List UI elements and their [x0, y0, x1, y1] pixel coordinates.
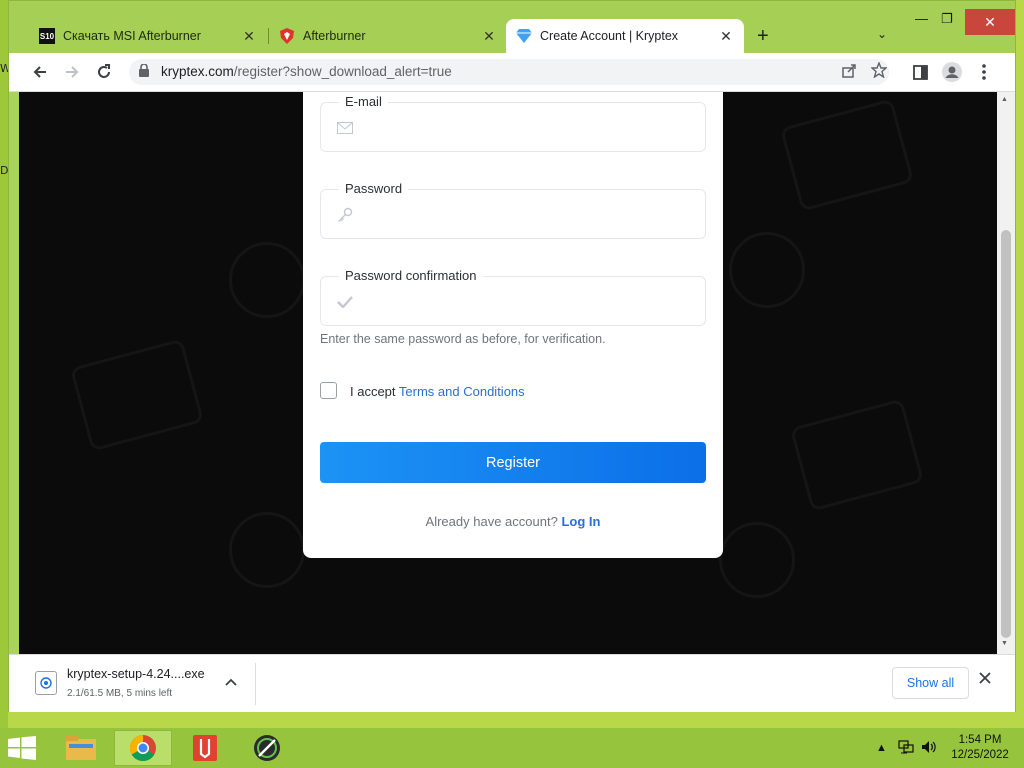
- maximize-button[interactable]: ❐: [941, 11, 953, 27]
- email-input[interactable]: [365, 115, 689, 141]
- taskbar-file-explorer[interactable]: [52, 730, 110, 766]
- email-field[interactable]: E-mail: [320, 94, 706, 152]
- tab-close-icon[interactable]: ✕: [481, 28, 497, 45]
- taskbar-chrome[interactable]: [114, 730, 172, 766]
- windows-taskbar: ▲ 1:54 PM 12/25/2022: [0, 728, 1024, 768]
- share-icon[interactable]: [841, 63, 857, 84]
- chevron-up-icon[interactable]: [225, 675, 237, 689]
- address-bar[interactable]: kryptex.com/register?show_download_alert…: [129, 59, 889, 85]
- accept-prefix: I accept: [350, 384, 396, 399]
- network-icon[interactable]: [898, 739, 914, 758]
- tab-label: Create Account | Kryptex: [540, 29, 679, 43]
- show-all-downloads-button[interactable]: Show all: [892, 667, 969, 699]
- taskbar-afterburner-app[interactable]: [238, 730, 296, 766]
- tab-label: Скачать MSI Afterburner: [63, 29, 201, 43]
- tab-close-icon[interactable]: ✕: [718, 28, 734, 45]
- volume-icon[interactable]: [920, 739, 936, 758]
- envelope-icon: [335, 118, 355, 138]
- background-pattern: [229, 512, 305, 588]
- password-input[interactable]: [365, 202, 689, 228]
- tab-label: Afterburner: [303, 29, 366, 43]
- terms-and-conditions-link[interactable]: Terms and Conditions: [399, 384, 525, 399]
- arrow-right-icon: [66, 66, 79, 78]
- taskbar-pdf-app[interactable]: [176, 730, 234, 766]
- download-file-name[interactable]: kryptex-setup-4.24....exe: [67, 667, 205, 681]
- scroll-up-icon[interactable]: ▲: [1001, 96, 1008, 103]
- download-status: 2.1/61.5 MB, 5 mins left: [67, 688, 173, 699]
- desktop-edge: W D: [0, 0, 11, 730]
- shield-favicon-icon: [279, 28, 295, 44]
- already-have-account-text: Already have account?: [425, 514, 558, 529]
- register-button[interactable]: Register: [320, 442, 706, 483]
- url-text: kryptex.com/register?show_download_alert…: [161, 64, 452, 79]
- clock-time: 1:54 PM: [958, 734, 1002, 746]
- minimize-button[interactable]: —: [915, 11, 928, 26]
- password-confirmation-field[interactable]: Password confirmation: [320, 268, 706, 326]
- page-scrollbar[interactable]: ▲ ▼: [997, 92, 1015, 654]
- window-close-button[interactable]: ✕: [965, 9, 1015, 35]
- profile-button[interactable]: [941, 61, 963, 83]
- tab-search-chevron-icon[interactable]: ⌄: [877, 27, 887, 41]
- background-pattern: [229, 242, 305, 318]
- scroll-down-icon[interactable]: ▼: [1001, 640, 1008, 647]
- browser-window: S10 Скачать MSI Afterburner ✕ Afterburne…: [8, 0, 1016, 712]
- arrow-left-icon: [33, 66, 46, 78]
- s10-favicon-icon: S10: [39, 28, 55, 44]
- clock-date: 12/25/2022: [951, 749, 1009, 761]
- folder-icon: [66, 736, 96, 760]
- password-hint: Enter the same password as before, for v…: [320, 332, 606, 346]
- back-button[interactable]: [29, 61, 51, 83]
- check-icon: [335, 292, 355, 312]
- profile-avatar-icon: [942, 62, 962, 82]
- tab-strip: S10 Скачать MSI Afterburner ✕ Afterburne…: [9, 1, 1015, 53]
- page-content: E-mail Password Password confirmation En…: [19, 92, 997, 654]
- log-in-link[interactable]: Log In: [561, 514, 600, 529]
- tab-msi-afterburner-download[interactable]: S10 Скачать MSI Afterburner ✕: [29, 19, 267, 53]
- tab-afterburner[interactable]: Afterburner ✕: [269, 19, 507, 53]
- show-hidden-icons-chevron-icon[interactable]: ▲: [876, 742, 887, 754]
- windows-logo-icon: [8, 736, 36, 760]
- windows-start-button[interactable]: [8, 736, 38, 760]
- side-panel-icon: [912, 64, 928, 80]
- afterburner-app-icon: [254, 735, 280, 761]
- key-icon: [335, 205, 355, 225]
- new-tab-button[interactable]: +: [757, 25, 769, 48]
- browser-toolbar: kryptex.com/register?show_download_alert…: [9, 53, 1015, 92]
- accept-terms-checkbox[interactable]: [320, 382, 337, 399]
- login-prompt: Already have account? Log In: [303, 514, 723, 529]
- reload-icon: [98, 64, 110, 78]
- accept-terms-text: I accept Terms and Conditions: [350, 384, 525, 399]
- email-label: E-mail: [339, 94, 388, 109]
- background-pattern: [719, 522, 795, 598]
- download-shelf: kryptex-setup-4.24....exe 2.1/61.5 MB, 5…: [9, 654, 1015, 712]
- password-confirmation-input[interactable]: [365, 289, 689, 315]
- tab-create-account-kryptex[interactable]: Create Account | Kryptex ✕: [506, 19, 744, 53]
- pdf-app-icon: [193, 735, 217, 761]
- taskbar-clock[interactable]: 1:54 PM 12/25/2022: [944, 733, 1016, 763]
- scrollbar-thumb[interactable]: [1001, 230, 1011, 638]
- lock-icon: [139, 63, 149, 82]
- password-field[interactable]: Password: [320, 181, 706, 239]
- background-pattern: [69, 338, 205, 452]
- background-pattern: [729, 232, 805, 308]
- reload-button[interactable]: [93, 61, 115, 83]
- url-host: kryptex.com: [161, 64, 234, 79]
- more-vert-icon: [982, 64, 986, 80]
- background-pattern: [789, 398, 925, 512]
- password-label: Password: [339, 181, 409, 196]
- bookmark-star-icon[interactable]: [870, 61, 888, 83]
- menu-button[interactable]: [973, 61, 995, 83]
- tab-close-icon[interactable]: ✕: [241, 28, 257, 45]
- background-pattern: [779, 98, 915, 212]
- side-panel-button[interactable]: [909, 61, 931, 83]
- register-card: E-mail Password Password confirmation En…: [303, 92, 723, 558]
- url-path: /register?show_download_alert=true: [233, 64, 452, 79]
- close-download-shelf-icon[interactable]: [979, 671, 991, 689]
- forward-button[interactable]: [61, 61, 83, 83]
- chrome-icon: [129, 734, 156, 762]
- password-confirmation-label: Password confirmation: [339, 268, 483, 283]
- diamond-favicon-icon: [516, 28, 532, 44]
- installer-file-icon: [35, 671, 57, 695]
- download-divider: [255, 663, 256, 705]
